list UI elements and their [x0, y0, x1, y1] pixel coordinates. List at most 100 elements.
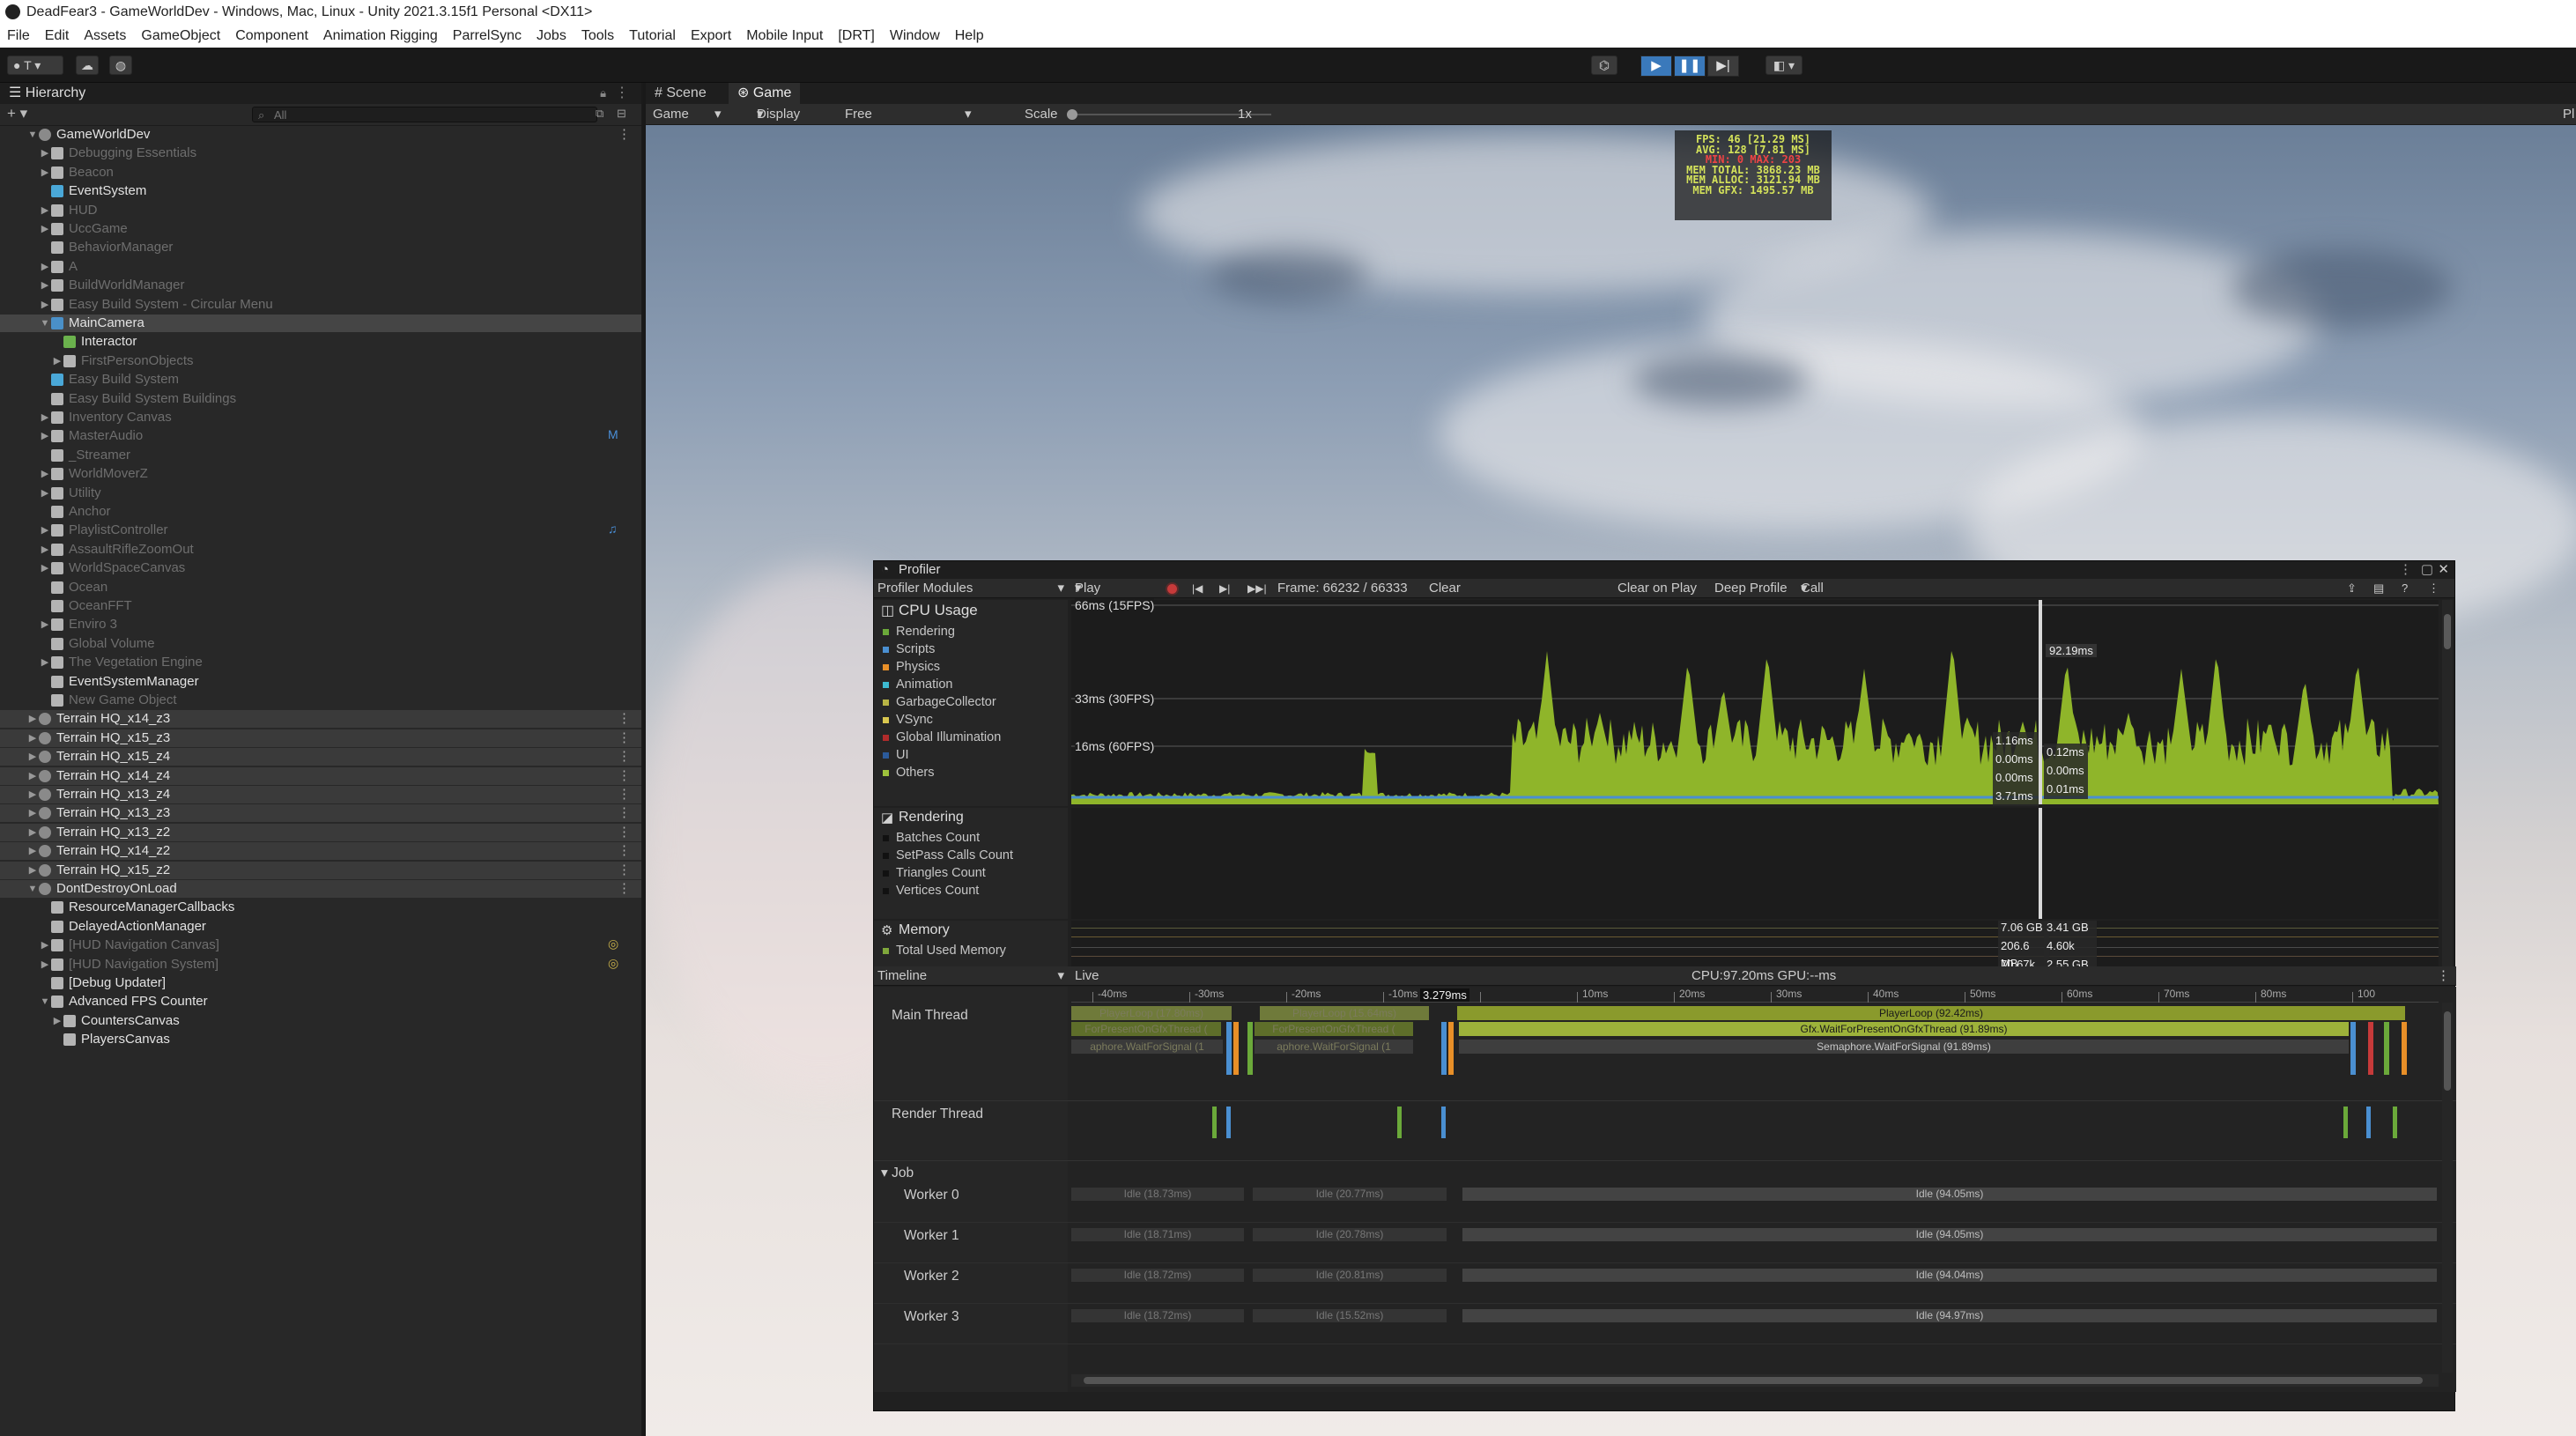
cpu-legend-item[interactable]: UI [883, 748, 909, 762]
expand-arrow-icon[interactable]: ▶ [39, 522, 51, 539]
expand-arrow-icon[interactable]: ▶ [39, 202, 51, 219]
profiler-sample-bar[interactable]: aphore.WaitForSignal (1 [1071, 1040, 1223, 1054]
hierarchy-item[interactable]: ▶ CountersCanvas [0, 1012, 641, 1030]
memory-legend-item[interactable]: Total Used Memory [883, 944, 1006, 958]
render-sample-marker[interactable] [1441, 1107, 1446, 1138]
hierarchy-item[interactable]: ▶ A [0, 258, 641, 276]
sample-marker[interactable] [1233, 1022, 1239, 1075]
expand-arrow-icon[interactable]: ▼ [39, 315, 51, 332]
expand-arrow-icon[interactable]: ▶ [26, 804, 39, 822]
profiler-sample-bar[interactable]: ForPresentOnGfxThread ( [1071, 1022, 1221, 1036]
kebab-menu-icon[interactable]: ⋮ [618, 126, 631, 144]
cpu-legend-item[interactable]: Physics [883, 660, 940, 674]
idle-bar[interactable]: Idle (20.81ms) [1253, 1269, 1447, 1282]
expand-arrow-icon[interactable]: ▶ [39, 559, 51, 577]
hierarchy-item[interactable]: ▶ Easy Build System - Circular Menu [0, 296, 641, 314]
hierarchy-item[interactable]: ▶ UccGame [0, 220, 641, 238]
hierarchy-item[interactable]: ▶ Terrain HQ_x14_z3 ⋮ [0, 710, 641, 729]
hierarchy-item[interactable]: ▶ HUD [0, 202, 641, 219]
expand-arrow-icon[interactable]: ▶ [26, 767, 39, 785]
rendering-legend-item[interactable]: SetPass Calls Count [883, 848, 1013, 862]
hierarchy-item[interactable]: ▶ Utility [0, 485, 641, 502]
maximize-icon[interactable]: ▢ [2421, 561, 2433, 579]
expand-arrow-icon[interactable]: ▶ [26, 748, 39, 766]
pause-button[interactable]: ❚❚ [1674, 56, 1706, 77]
idle-bar[interactable]: Idle (94.05ms) [1462, 1188, 2437, 1201]
expand-arrow-icon[interactable]: ▶ [26, 786, 39, 803]
expand-arrow-icon[interactable]: ▶ [26, 729, 39, 747]
render-sample-marker[interactable] [2366, 1107, 2371, 1138]
hierarchy-item[interactable]: ▶ [HUD Navigation Canvas] [0, 936, 641, 954]
expand-arrow-icon[interactable]: ▶ [39, 144, 51, 162]
job-group-row[interactable]: ▾ Job [874, 1163, 2456, 1182]
profiler-sample-bar[interactable]: PlayerLoop (15.64ms) [1260, 1006, 1429, 1020]
hierarchy-item[interactable]: ▶ WorldSpaceCanvas [0, 559, 641, 577]
kebab-menu-icon[interactable]: ⋮ [2399, 561, 2412, 579]
hierarchy-item[interactable]: ▶ Terrain HQ_x15_z2 ⋮ [0, 861, 641, 879]
hierarchy-item[interactable]: ▶ FirstPersonObjects [0, 352, 641, 370]
hierarchy-item[interactable]: Interactor [0, 333, 641, 351]
memory-chart[interactable]: 7.06 GB206.6 MB70.67k 3.41 GB4.60k2.55 G… [1071, 921, 2439, 966]
load-icon[interactable]: ⇪ [2347, 579, 2357, 598]
timeline-v-scrollbar[interactable] [2442, 1003, 2453, 1373]
hierarchy-item[interactable]: ▼ DontDestroyOnLoad ⋮ [0, 880, 641, 898]
tab-game[interactable]: ⊛ Game [729, 83, 801, 104]
menu-item-parrelsync[interactable]: ParrelSync [453, 28, 522, 43]
first-frame-icon[interactable]: |◀ [1192, 579, 1203, 598]
hierarchy-item[interactable]: ▶ Beacon [0, 164, 641, 181]
clear-on-play-button[interactable]: Clear on Play [1617, 579, 1697, 598]
hierarchy-item[interactable]: ▶ [HUD Navigation System] [0, 956, 641, 973]
sample-marker[interactable] [1247, 1022, 1253, 1075]
sample-marker[interactable] [2368, 1022, 2373, 1075]
menu-item-window[interactable]: Window [890, 28, 940, 43]
expand-arrow-icon[interactable]: ▶ [26, 842, 39, 860]
hierarchy-item[interactable]: ▶ MasterAudio [0, 427, 641, 445]
play-focused-dropdown[interactable]: Pl [2563, 104, 2574, 125]
kebab-menu-icon[interactable]: ⋮ [2437, 966, 2450, 986]
hierarchy-item[interactable]: Global Volume [0, 635, 641, 653]
last-frame-icon[interactable]: ▶▶| [1247, 579, 1267, 598]
idle-bar[interactable]: Idle (18.71ms) [1071, 1228, 1244, 1241]
display-dropdown[interactable]: Display 1 ▾ [757, 104, 800, 143]
hierarchy-item[interactable]: Anchor [0, 503, 641, 521]
profiler-titlebar[interactable]: ◔ Profiler ⋮ ▢ ✕ [874, 561, 2454, 579]
hierarchy-item[interactable]: ▼ Advanced FPS Counter [0, 993, 641, 1010]
rendering-module[interactable]: ◪ Rendering Batches Count SetPass Calls C… [874, 808, 1068, 919]
kebab-menu-icon[interactable]: ⋮ [618, 786, 631, 803]
live-button[interactable]: Live [1075, 966, 1099, 986]
render-sample-marker[interactable] [1397, 1107, 1402, 1138]
record-button[interactable] [1166, 582, 1179, 596]
menu-item-animation-rigging[interactable]: Animation Rigging [323, 28, 438, 43]
hierarchy-item[interactable]: ▶ AssaultRifleZoomOut [0, 541, 641, 559]
tab-scene[interactable]: # Scene [646, 83, 715, 104]
hierarchy-item[interactable]: ▼ GameWorldDev ⋮ [0, 126, 641, 144]
idle-bar[interactable]: Idle (94.05ms) [1462, 1228, 2437, 1241]
add-object-button[interactable]: + ▾ [7, 105, 27, 122]
timeline-h-scrollbar[interactable] [1071, 1374, 2439, 1387]
hierarchy-item[interactable]: ▶ BuildWorldManager [0, 277, 641, 294]
step-button[interactable]: ▶| [1707, 56, 1739, 77]
idle-bar[interactable]: Idle (15.52ms) [1253, 1309, 1447, 1322]
expand-arrow-icon[interactable]: ▼ [26, 126, 39, 144]
expand-arrow-icon[interactable]: ▶ [39, 409, 51, 426]
hierarchy-item[interactable]: [Debug Updater] [0, 974, 641, 992]
expand-arrow-icon[interactable]: ▶ [39, 220, 51, 238]
kebab-menu-icon[interactable]: ⋮ [618, 880, 631, 898]
sample-marker[interactable] [2384, 1022, 2389, 1075]
cpu-legend-item[interactable]: VSync [883, 713, 933, 727]
render-sample-marker[interactable] [1212, 1107, 1217, 1138]
rendering-chart[interactable] [1071, 808, 2439, 919]
expand-arrow-icon[interactable]: ▶ [39, 541, 51, 559]
hierarchy-item[interactable]: ▶ Inventory Canvas [0, 409, 641, 426]
expand-arrow-icon[interactable]: ▶ [39, 485, 51, 502]
expand-arrow-icon[interactable]: ▼ [39, 993, 51, 1010]
scene-visibility-icon[interactable]: ⊟ [617, 107, 626, 121]
hierarchy-item[interactable]: OceanFFT [0, 597, 641, 615]
save-icon[interactable]: ▤ [2373, 579, 2384, 598]
menu-item-component[interactable]: Component [235, 28, 308, 43]
expand-arrow-icon[interactable]: ▶ [39, 258, 51, 276]
expand-arrow-icon[interactable]: ▶ [51, 1012, 63, 1030]
deep-profile-button[interactable]: Deep Profile [1714, 579, 1788, 598]
expand-arrow-icon[interactable]: ▶ [39, 936, 51, 954]
profiler-sample-bar[interactable]: Semaphore.WaitForSignal (91.89ms) [1459, 1040, 2349, 1054]
